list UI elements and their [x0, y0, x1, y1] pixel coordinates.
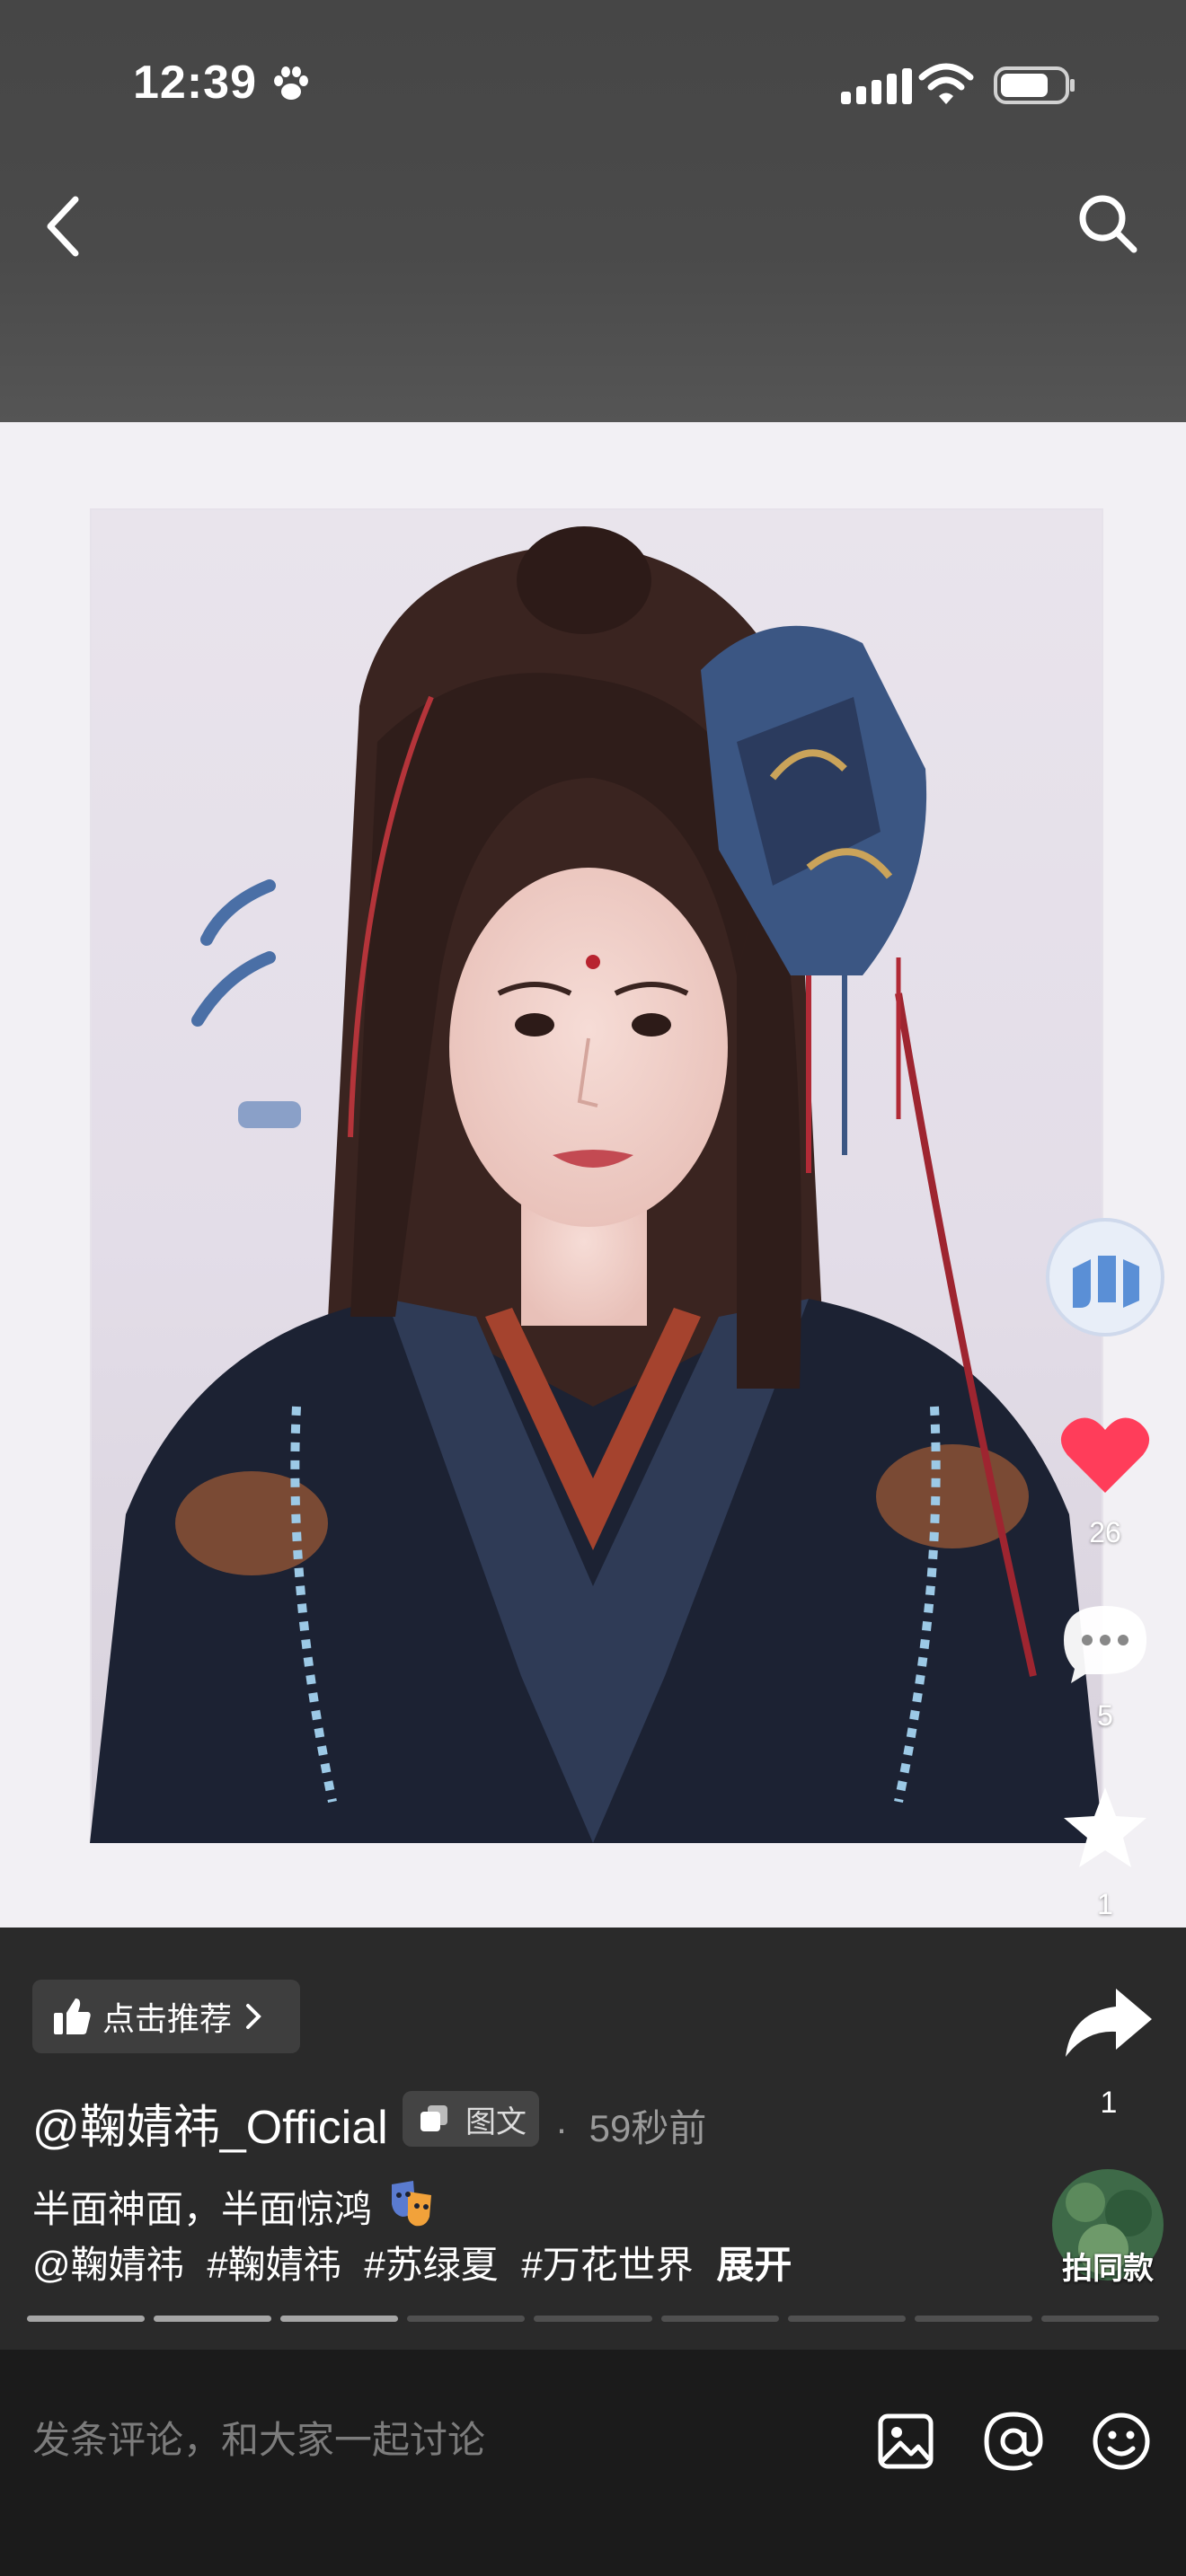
star-icon [1064, 1787, 1146, 1867]
smiley-icon[interactable] [1085, 2405, 1157, 2477]
image-icon[interactable] [870, 2405, 942, 2477]
post-time: · 59秒前 [555, 2098, 706, 2153]
creator-logo-icon [1046, 1218, 1164, 1337]
tag-hashtag[interactable]: #苏绿夏 [364, 2244, 498, 2286]
gallery-badge-icon [420, 2105, 447, 2131]
recommend-button[interactable]: 点击推荐 [32, 1980, 300, 2053]
share-count: 1 [1100, 2086, 1118, 2120]
chevron-right-icon [246, 2004, 261, 2029]
time-separator: · [555, 2107, 568, 2149]
time-ago-label: 59秒前 [589, 2107, 707, 2149]
creator-logo-button[interactable] [1042, 1214, 1168, 1345]
post-caption: 半面神面，半面惊鸿 [32, 2179, 437, 2234]
back-arrow-icon[interactable] [36, 190, 90, 262]
recommend-label: 点击推荐 [102, 2000, 233, 2037]
post-type-label: 图文 [465, 2104, 527, 2139]
favorite-count: 1 [1097, 1888, 1113, 1920]
comment-button[interactable] [1042, 1599, 1168, 1689]
post-tags: @鞠婧祎 #鞠婧祎 #苏绿夏 #万花世界 展开 [32, 2235, 804, 2289]
like-count: 26 [1089, 1516, 1121, 1548]
expand-caption-link[interactable]: 展开 [716, 2244, 792, 2286]
search-icon[interactable] [1075, 190, 1141, 257]
same-style-label: 拍同款 [1062, 2252, 1154, 2286]
portrait-illustration [90, 526, 1103, 1843]
post-photo [90, 508, 1103, 1843]
paw-icon [274, 66, 308, 100]
author-name[interactable]: @鞠婧祎_Official [32, 2089, 388, 2157]
comment-bar: 发条评论，和大家一起讨论 [0, 2350, 1186, 2576]
tag-hashtag[interactable]: #万花世界 [521, 2244, 693, 2286]
comment-count: 5 [1097, 1699, 1113, 1732]
thumbs-up-icon [54, 1998, 91, 2034]
wifi-icon [918, 63, 974, 104]
tag-mention[interactable]: @鞠婧祎 [32, 2244, 184, 2286]
tag-hashtag[interactable]: #鞠婧祎 [207, 2244, 341, 2286]
image-progress-bar [27, 2316, 1159, 2322]
post-image-area[interactable] [0, 422, 1186, 1928]
post-type-badge: 图文 [403, 2091, 539, 2147]
like-button[interactable] [1042, 1412, 1168, 1503]
comment-bubble-icon [1064, 1606, 1146, 1683]
cellular-signal-icon [841, 68, 912, 104]
at-sign-icon[interactable] [978, 2405, 1049, 2477]
favorite-button[interactable] [1042, 1784, 1168, 1875]
battery-icon [994, 66, 1075, 104]
share-arrow-icon[interactable] [1062, 1985, 1155, 2060]
comment-input[interactable]: 发条评论，和大家一起讨论 [32, 2391, 841, 2490]
same-style-button[interactable]: 拍同款 [1049, 2166, 1166, 2286]
heart-icon [1060, 1417, 1150, 1493]
caption-text: 半面神面，半面惊鸿 [32, 2188, 373, 2230]
status-time: 12:39 [133, 57, 257, 109]
post-info-panel: 点击推荐 @鞠婧祎_Official 图文 · 59秒前 半面神面，半面惊鸿 @… [0, 1928, 1186, 2350]
theater-masks-icon [391, 2181, 431, 2227]
top-bar: 12:39 [0, 0, 1186, 422]
